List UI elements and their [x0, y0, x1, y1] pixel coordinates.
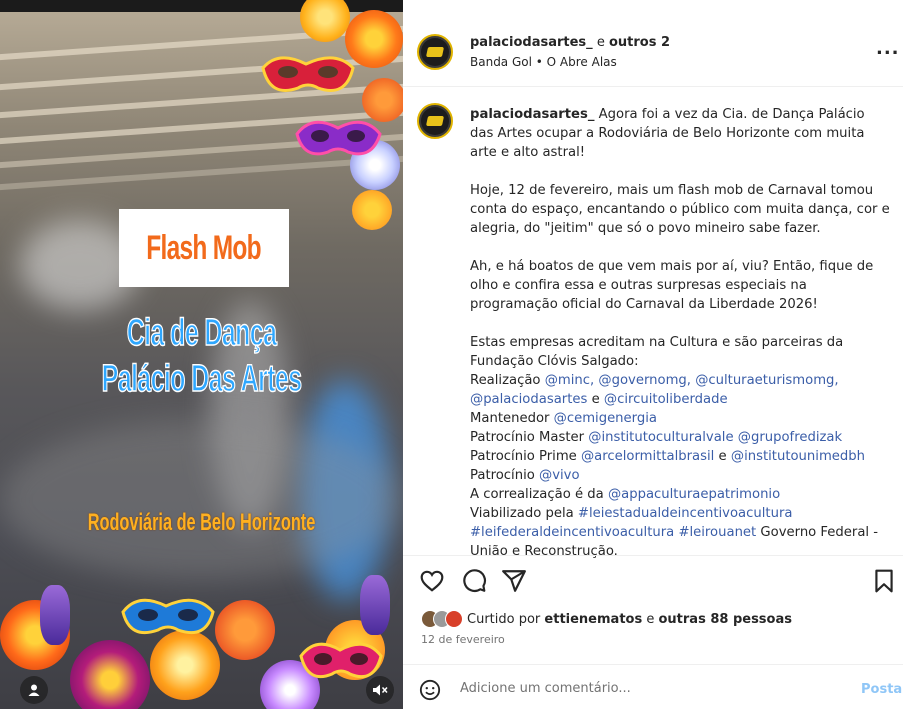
liker-username[interactable]: ettienematos: [544, 612, 642, 627]
floor-blur: [0, 420, 403, 580]
action-bar: [403, 562, 903, 598]
likes-others-link[interactable]: outras 88 pessoas: [658, 612, 792, 627]
flash-mob-title-box: Flash Mob: [119, 209, 289, 287]
tagged-users-button[interactable]: [20, 676, 48, 704]
flash-mob-title: Flash Mob: [146, 228, 262, 267]
master-label: Patrocínio Master: [470, 430, 585, 445]
carnival-mask-blue: [121, 598, 215, 635]
patrocinio-label: Patrocínio: [470, 468, 535, 483]
audio-track[interactable]: Banda Gol • O Abre Alas: [470, 55, 617, 69]
palacio-das-artes-text: Palácio Das Artes: [101, 357, 302, 401]
header-and: e: [596, 35, 605, 50]
governo-text: Governo Federal -: [760, 525, 879, 540]
liker-avatar: [445, 610, 463, 628]
caption-avatar[interactable]: [417, 103, 453, 139]
and-text: e: [591, 392, 600, 407]
and-text: e: [718, 449, 727, 464]
mention-palaciodasartes[interactable]: @palaciodasartes: [470, 392, 587, 407]
mention-minc[interactable]: @minc,: [545, 373, 595, 388]
post-date[interactable]: 12 de fevereiro: [421, 633, 505, 646]
mention-cemigenergia[interactable]: @cemigenergia: [554, 411, 657, 426]
uniao-text: União e Reconstrução.: [470, 544, 618, 559]
mute-button[interactable]: [366, 676, 394, 704]
location-text: Rodoviária de Belo Horizonte: [87, 509, 316, 536]
logo-icon: [421, 107, 449, 135]
caption-divider: [403, 555, 903, 556]
caption-username[interactable]: palaciodasartes_: [470, 107, 594, 122]
more-options-button[interactable]: ...: [876, 38, 900, 59]
speaker-muted-icon: [373, 684, 388, 696]
bookmark-icon[interactable]: [871, 568, 897, 594]
smiley-icon[interactable]: [419, 679, 441, 701]
likes-summary[interactable]: Curtido por ettienematos e outras 88 pes…: [421, 609, 792, 629]
viabilizado-label: Viabilizado pela: [470, 506, 574, 521]
lavender-decoration: [360, 575, 390, 635]
liked-by-prefix: Curtido por: [467, 611, 541, 627]
header-others-link[interactable]: outros 2: [609, 35, 670, 50]
caption-paragraph-3: Ah, e há boatos de que vem mais por aí, …: [470, 259, 874, 312]
header-divider: [403, 86, 903, 87]
heart-icon[interactable]: [419, 568, 445, 594]
comment-row: Postar: [403, 672, 903, 709]
hashtag-leiestadual[interactable]: #leiestadualdeincentivoacultura: [578, 506, 793, 521]
post-details-panel: palaciodasartes_ e outros 2 Banda Gol • …: [403, 0, 903, 709]
logo-icon: [421, 38, 449, 66]
mention-circuitoliberdade[interactable]: @circuitoliberdade: [604, 392, 728, 407]
mention-arcelormittalbrasil[interactable]: @arcelormittalbrasil: [581, 449, 714, 464]
header-avatar[interactable]: [417, 34, 453, 70]
mention-grupofredizak[interactable]: @grupofredizak: [738, 430, 842, 445]
mention-institutounimedbh[interactable]: @institutounimedbh: [731, 449, 865, 464]
mention-culturaeturismomg[interactable]: @culturaeturismomg,: [695, 373, 838, 388]
post-caption: palaciodasartes_ Agora foi a vez da Cia.…: [470, 105, 890, 561]
caption-partners-intro: Estas empresas acreditam na Cultura e sã…: [470, 335, 844, 369]
mention-vivo[interactable]: @vivo: [539, 468, 580, 483]
carnival-mask-purple: [295, 120, 382, 156]
flower-decoration: [352, 190, 392, 230]
correalizacao-label: A correalização é da: [470, 487, 604, 502]
prime-label: Patrocínio Prime: [470, 449, 577, 464]
comment-input[interactable]: [460, 681, 840, 696]
mention-institutoculturalvale[interactable]: @institutoculturalvale: [588, 430, 733, 445]
mention-governomg[interactable]: @governomg,: [598, 373, 691, 388]
paper-plane-icon[interactable]: [501, 568, 527, 594]
post-comment-button[interactable]: Postar: [861, 682, 903, 697]
header-username[interactable]: palaciodasartes_: [470, 35, 593, 50]
realizacao-label: Realização: [470, 373, 541, 388]
carnival-mask-red: [261, 56, 355, 92]
caption-paragraph-2: Hoje, 12 de fevereiro, mais um flash mob…: [470, 183, 890, 236]
header-authors: palaciodasartes_ e outros 2: [470, 35, 670, 50]
liked-and: e: [646, 611, 655, 627]
comment-divider: [403, 664, 903, 665]
mention-appaculturaepatrimonio[interactable]: @appaculturaepatrimonio: [608, 487, 780, 502]
cia-de-danca-text: Cia de Dança: [126, 311, 277, 355]
lavender-decoration: [40, 585, 70, 645]
hashtag-leirouanet[interactable]: #leirouanet: [678, 525, 756, 540]
hashtag-leifederal[interactable]: #leifederaldeincentivoacultura: [470, 525, 674, 540]
comment-bubble-icon[interactable]: [461, 568, 487, 594]
user-tag-icon: [28, 684, 40, 696]
post-media[interactable]: Flash Mob Cia de Dança Palácio Das Artes…: [0, 0, 403, 709]
flower-decoration: [215, 600, 275, 660]
mantenedor-label: Mantenedor: [470, 411, 550, 426]
